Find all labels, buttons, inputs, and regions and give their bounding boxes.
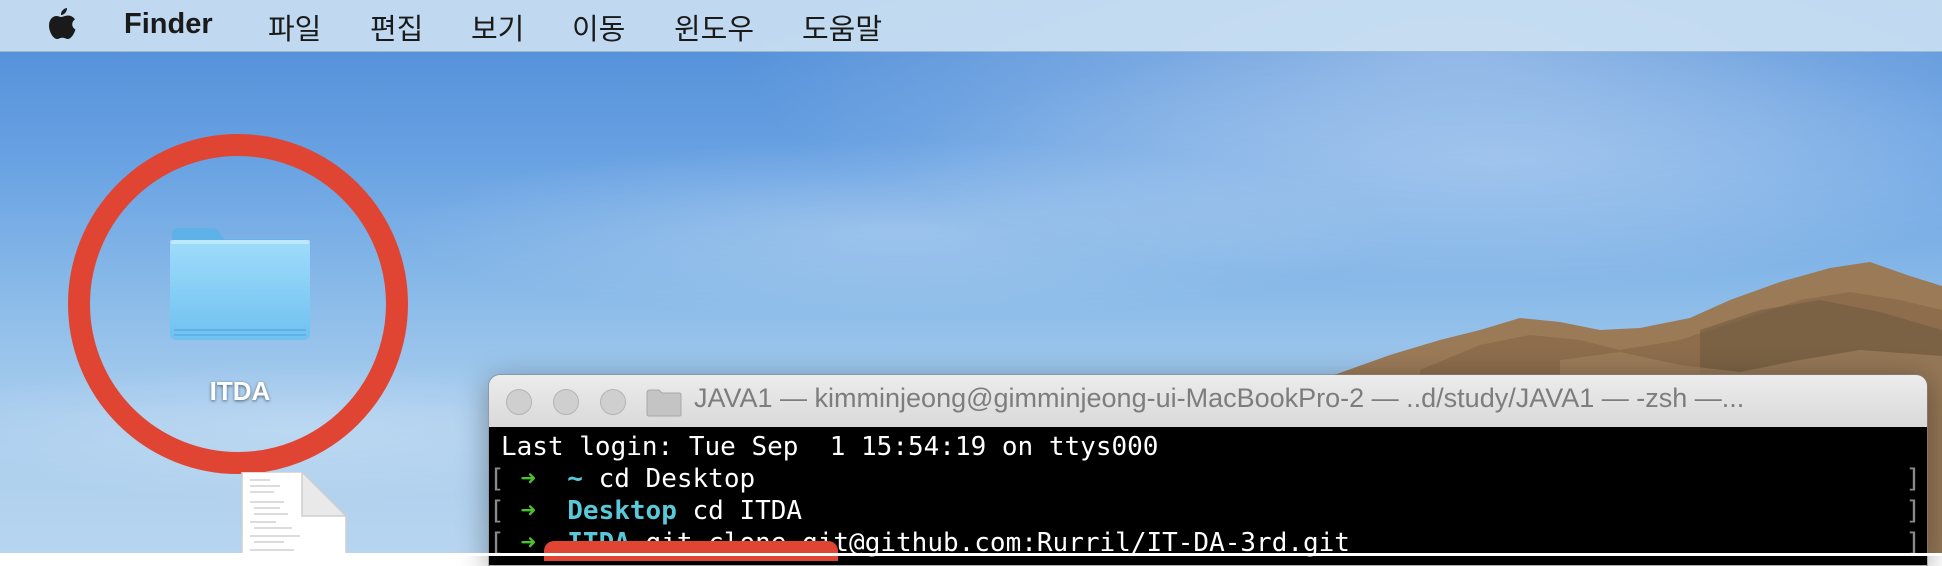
prompt-bracket: [	[489, 496, 505, 526]
command-text: cd ITDA	[676, 496, 803, 526]
close-button[interactable]	[506, 389, 532, 415]
highlight-circle	[68, 134, 408, 474]
minimize-button[interactable]	[553, 389, 579, 415]
terminal-line: [ ➜ Desktop cd ITDA	[489, 495, 802, 527]
menu-bar: Finder 파일 편집 보기 이동 윈도우 도움말	[0, 0, 1942, 52]
menu-app-finder[interactable]: Finder	[124, 8, 213, 41]
folder-icon	[646, 389, 682, 417]
prompt-bracket-end: ]	[1905, 496, 1921, 526]
menu-window[interactable]: 윈도우	[674, 6, 754, 48]
prompt-arrow-icon: ➜	[520, 496, 536, 526]
apple-logo-icon[interactable]	[44, 6, 78, 44]
menu-file[interactable]: 파일	[268, 6, 321, 48]
terminal-window[interactable]: JAVA1 — kimminjeong@gimminjeong-ui-MacBo…	[488, 374, 1928, 566]
login-message: Last login: Tue Sep 1 15:54:19 on ttys00…	[501, 432, 1159, 462]
prompt-arrow-icon: ➜	[520, 464, 536, 494]
prompt-cwd: ~	[567, 464, 583, 494]
zoom-button[interactable]	[600, 389, 626, 415]
prompt-bracket-end: ]	[1905, 464, 1921, 494]
menu-go[interactable]: 이동	[572, 6, 625, 48]
prompt-bracket: [	[489, 464, 505, 494]
prompt-cwd: Desktop	[567, 496, 677, 526]
menu-edit[interactable]: 편집	[370, 6, 423, 48]
menu-help[interactable]: 도움말	[802, 6, 882, 48]
terminal-titlebar[interactable]: JAVA1 — kimminjeong@gimminjeong-ui-MacBo…	[489, 375, 1927, 428]
document-icon[interactable]	[240, 472, 350, 556]
menu-view[interactable]: 보기	[471, 6, 524, 48]
terminal-line: Last login: Tue Sep 1 15:54:19 on ttys00…	[501, 431, 1158, 463]
highlight-underline	[544, 541, 838, 561]
command-text: cd Desktop	[582, 464, 756, 494]
terminal-title: JAVA1 — kimminjeong@gimminjeong-ui-MacBo…	[694, 383, 1745, 413]
terminal-line: [ ➜ ~ cd Desktop	[489, 463, 755, 495]
